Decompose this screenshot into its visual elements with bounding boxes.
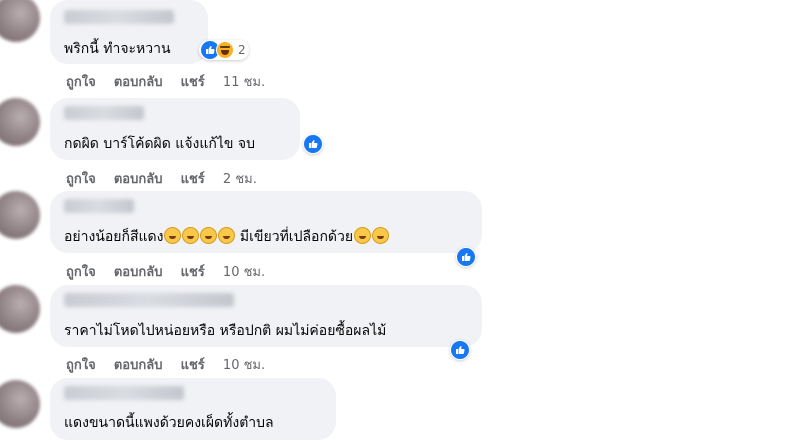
comment-text: กดผิด บาร์โค้ดผิด แจ้งแก้ไข จบ	[64, 136, 256, 152]
like-link[interactable]: ถูกใจ	[66, 358, 96, 373]
share-link[interactable]: แชร์	[181, 265, 205, 280]
share-link[interactable]: แชร์	[181, 172, 205, 187]
timestamp[interactable]: 10 ชม.	[223, 358, 265, 373]
comment-text: พริกนี้ ทำจะหวาน	[64, 41, 171, 57]
reply-link[interactable]: ตอบกลับ	[114, 75, 163, 90]
avatar[interactable]	[0, 0, 40, 42]
reaction-summary[interactable]	[456, 247, 476, 267]
laughing-emoji-icon	[372, 227, 390, 244]
haha-reaction-icon	[216, 41, 234, 59]
commenter-name[interactable]	[64, 293, 234, 307]
comment-actions: ถูกใจ ตอบกลับ แชร์ 2 ชม.	[66, 168, 271, 189]
reaction-count: 2	[238, 43, 246, 57]
like-link[interactable]: ถูกใจ	[66, 172, 96, 187]
share-link[interactable]: แชร์	[181, 75, 205, 90]
like-link[interactable]: ถูกใจ	[66, 265, 96, 280]
comment-text: อย่างน้อยก็สีแดง มีเขียวที่เปลือกด้วย	[64, 227, 390, 246]
avatar[interactable]	[0, 191, 40, 239]
commenter-name[interactable]	[64, 386, 184, 400]
commenter-name[interactable]	[64, 10, 174, 24]
like-link[interactable]: ถูกใจ	[66, 75, 96, 90]
comment-actions: ถูกใจ ตอบกลับ แชร์ 10 ชม.	[66, 354, 279, 375]
comment-bubble: แดงขนาดนี้แพงด้วยคงเผ็ดทั้งตำบล	[50, 378, 336, 440]
reply-link[interactable]: ตอบกลับ	[114, 358, 163, 373]
share-link[interactable]: แชร์	[181, 358, 205, 373]
reaction-summary[interactable]	[450, 340, 470, 360]
commenter-name[interactable]	[64, 199, 134, 213]
timestamp[interactable]: 2 ชม.	[223, 172, 257, 187]
reply-link[interactable]: ตอบกลับ	[114, 172, 163, 187]
reply-link[interactable]: ตอบกลับ	[114, 265, 163, 280]
comment-bubble: พริกนี้ ทำจะหวาน	[50, 0, 208, 64]
commenter-name[interactable]	[64, 106, 144, 120]
comment-text-part-2: มีเขียวที่เปลือกด้วย	[235, 229, 354, 245]
comment-text: ราคาไม่โหดไปหน่อยหรือ หรือปกติ ผมไม่ค่อย…	[64, 323, 387, 339]
comment-actions: ถูกใจ ตอบกลับ แชร์ 11 ชม.	[66, 71, 279, 92]
like-reaction-icon	[451, 341, 469, 359]
comment-bubble: ราคาไม่โหดไปหน่อยหรือ หรือปกติ ผมไม่ค่อย…	[50, 285, 482, 347]
comment-bubble: อย่างน้อยก็สีแดง มีเขียวที่เปลือกด้วย	[50, 191, 482, 253]
timestamp[interactable]: 10 ชม.	[223, 265, 265, 280]
avatar[interactable]	[0, 380, 40, 428]
reaction-summary[interactable]: 2	[199, 40, 249, 60]
comment-text: แดงขนาดนี้แพงด้วยคงเผ็ดทั้งตำบล	[64, 415, 274, 431]
laughing-emoji-icon	[182, 227, 200, 244]
like-reaction-icon	[457, 248, 475, 266]
reaction-summary[interactable]	[303, 134, 323, 154]
comment-bubble: กดผิด บาร์โค้ดผิด แจ้งแก้ไข จบ	[50, 98, 300, 160]
laughing-emoji-icon	[354, 227, 372, 244]
comment-actions: ถูกใจ ตอบกลับ แชร์ 10 ชม.	[66, 261, 279, 282]
laughing-emoji-icon	[200, 227, 218, 244]
timestamp[interactable]: 11 ชม.	[223, 75, 265, 90]
laughing-emoji-icon	[218, 227, 236, 244]
avatar[interactable]	[0, 98, 40, 146]
like-reaction-icon	[304, 135, 322, 153]
avatar[interactable]	[0, 285, 40, 333]
laughing-emoji-icon	[164, 227, 182, 244]
comment-text-part-1: อย่างน้อยก็สีแดง	[64, 229, 164, 245]
